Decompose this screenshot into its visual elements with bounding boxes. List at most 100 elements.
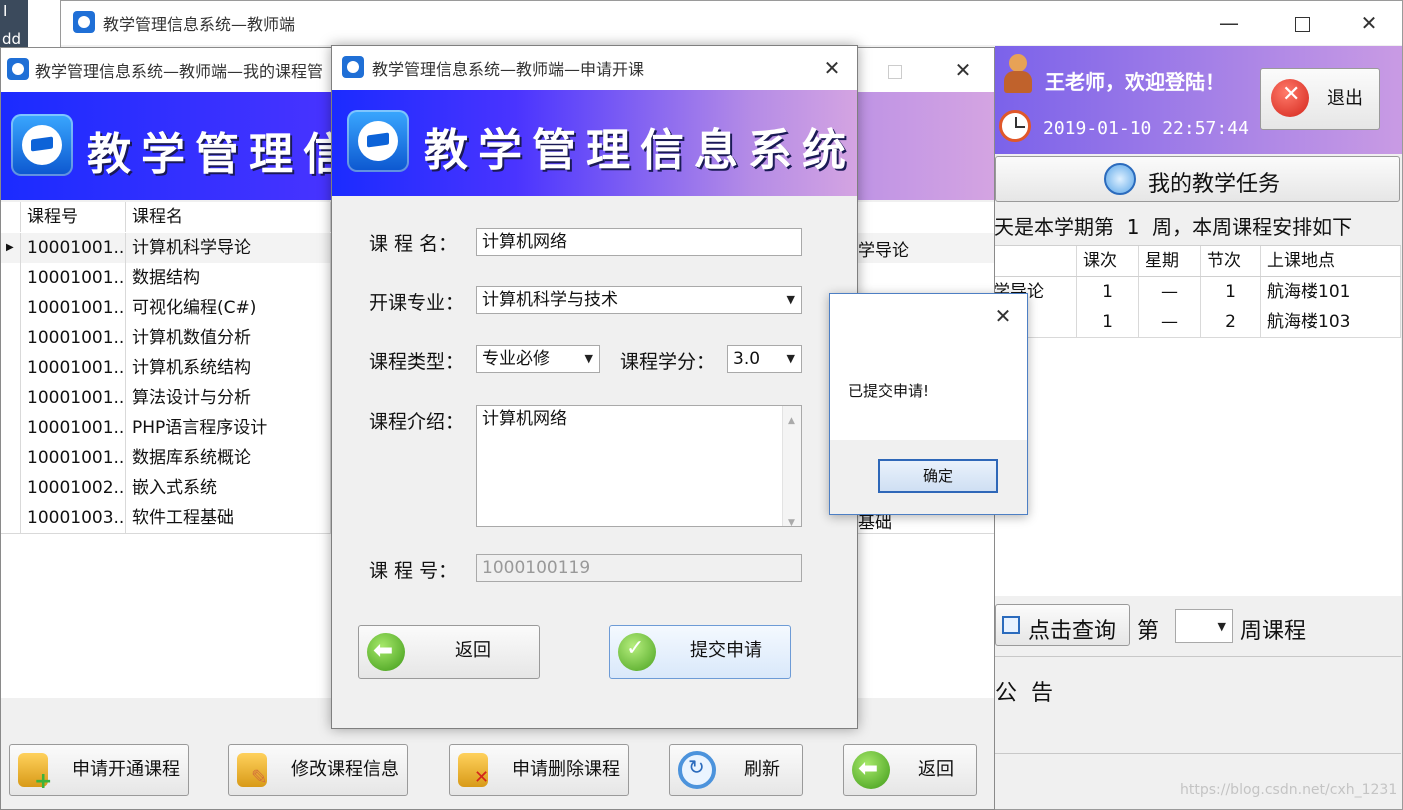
submit-apply-button[interactable]: ✓ 提交申请 <box>609 625 791 679</box>
schedule-row[interactable]: 1 — 2 航海楼103 <box>993 307 1401 338</box>
course-id-cell: 10001002... <box>21 473 126 503</box>
course-name-cell: 数据结构 <box>126 263 331 293</box>
row-header-cell[interactable] <box>1 263 21 293</box>
course-back-label: 返回 <box>918 759 954 780</box>
apply-dialog-title: 教学管理信息系统—教师端—申请开课 <box>372 60 645 79</box>
apply-banner: 教学管理信息系统 <box>332 90 857 196</box>
datetime-text: 2019-01-10 22:57:44 <box>1043 118 1249 139</box>
message-close-icon[interactable]: ✕ <box>983 300 1023 332</box>
scroll-up-icon[interactable]: ▲ <box>788 408 795 434</box>
refresh-button[interactable]: ↻ 刷新 <box>669 744 803 796</box>
database-edit-icon: ✎ <box>237 753 268 789</box>
minimize-icon[interactable]: — <box>1209 7 1249 39</box>
maximize-icon[interactable] <box>1282 7 1322 39</box>
course-id-cell: 10001001... <box>21 353 126 383</box>
week-prefix: 第 <box>1137 619 1160 644</box>
clock-icon <box>999 110 1031 142</box>
row-header-cell[interactable] <box>1 323 21 353</box>
row-header-cell[interactable] <box>1 293 21 323</box>
chevron-down-icon: ▼ <box>584 352 593 365</box>
my-tasks-button[interactable]: 我的教学任务 <box>995 156 1400 202</box>
main-window-title: 教学管理信息系统—教师端 <box>103 15 296 34</box>
apply-close-icon[interactable]: ✕ <box>812 52 852 84</box>
watermark: https://blog.csdn.net/cxh_1231 <box>1180 782 1398 798</box>
course-name-cell: 可视化编程(C#) <box>126 293 331 323</box>
apply-course-button[interactable]: + 申请开通课程 <box>9 744 189 796</box>
message-box: ✕ 已提交申请! 确定 <box>829 293 1028 515</box>
schedule-num: 1 <box>1077 307 1139 337</box>
week-info: 天是本学期第 1 周，本周课程安排如下 <box>994 215 1353 239</box>
course-id-cell: 10001001... <box>21 323 126 353</box>
schedule-num: 1 <box>1077 277 1139 307</box>
message-ok-button[interactable]: 确定 <box>878 459 998 493</box>
apply-logo-icon <box>347 110 409 172</box>
row-header-cell[interactable] <box>1 503 21 533</box>
course-app-icon <box>7 58 29 80</box>
message-footer: 确定 <box>830 440 1027 514</box>
schedule-header-blank <box>993 246 1077 276</box>
credit-select[interactable]: 3.0 ▼ <box>727 345 802 373</box>
row-header-cell[interactable] <box>1 383 21 413</box>
intro-textarea[interactable]: 计算机网络 ▲ ▼ <box>476 405 802 528</box>
app-icon <box>73 11 95 33</box>
col-header-course-name[interactable]: 课程名 <box>126 202 331 232</box>
course-name-input[interactable]: 计算机网络 <box>476 228 802 256</box>
query-label: 点击查询 <box>1028 619 1117 644</box>
message-ok-label: 确定 <box>922 467 953 485</box>
back-arrow-icon: ⬅ <box>852 751 890 789</box>
chevron-down-icon: ▼ <box>786 352 795 365</box>
message-text: 已提交申请! <box>848 382 930 400</box>
apply-banner-title: 教学管理信息系统 <box>424 125 856 176</box>
back-arrow-icon: ⬅ <box>367 633 405 671</box>
row-header-blank <box>1 202 21 232</box>
user-avatar-icon <box>1001 54 1035 94</box>
intro-scrollbar[interactable]: ▲ ▼ <box>782 406 801 528</box>
col-header-course-id[interactable]: 课程号 <box>21 202 126 232</box>
course-maximize-icon[interactable] <box>875 54 915 86</box>
course-name-cell: 计算机科学导论 <box>126 233 331 263</box>
delete-course-button[interactable]: ✕ 申请删除课程 <box>449 744 629 796</box>
welcome-panel: 王老师，欢迎登陆！ 2019-01-10 22:57:44 ✕ 退出 <box>995 46 1402 154</box>
logout-icon: ✕ <box>1271 79 1309 117</box>
apply-course-label: 申请开通课程 <box>72 759 180 780</box>
major-value: 计算机科学与技术 <box>482 290 618 310</box>
scroll-down-icon[interactable]: ▼ <box>788 510 795 536</box>
row-selected-indicator-icon[interactable]: ▶ <box>1 233 21 263</box>
query-button[interactable]: 点击查询 <box>995 604 1130 646</box>
apply-titlebar: 教学管理信息系统—教师端—申请开课 ✕ <box>332 46 857 90</box>
chevron-down-icon: ▼ <box>786 293 795 306</box>
chevron-down-icon: ▼ <box>1217 620 1226 633</box>
modify-course-button[interactable]: ✎ 修改课程信息 <box>228 744 408 796</box>
course-name-cell: 算法设计与分析 <box>126 383 331 413</box>
course-close-icon[interactable]: ✕ <box>943 54 983 86</box>
apply-app-icon <box>342 56 364 78</box>
course-id-cell: 10001001... <box>21 443 126 473</box>
check-icon: ✓ <box>618 633 656 671</box>
course-id-cell: 10001001... <box>21 383 126 413</box>
week-select[interactable]: ▼ <box>1175 609 1233 643</box>
logout-label: 退出 <box>1327 88 1363 109</box>
schedule-row[interactable]: 学导论 1 — 1 航海楼101 <box>993 277 1401 308</box>
course-back-button[interactable]: ⬅ 返回 <box>843 744 977 796</box>
type-select[interactable]: 专业必修 ▼ <box>476 345 600 373</box>
left-strip: I dd <box>0 0 28 52</box>
row-header-cell[interactable] <box>1 353 21 383</box>
row-header-cell[interactable] <box>1 443 21 473</box>
course-name-cell: PHP语言程序设计 <box>126 413 331 443</box>
logout-button[interactable]: ✕ 退出 <box>1260 68 1380 130</box>
row-header-cell[interactable] <box>1 473 21 503</box>
dialog-back-button[interactable]: ⬅ 返回 <box>358 625 540 679</box>
week-suffix: 周课程 <box>1240 619 1307 644</box>
database-delete-icon: ✕ <box>458 753 489 788</box>
submit-apply-label: 提交申请 <box>690 640 762 661</box>
notice-panel: 公 告 <box>993 656 1401 754</box>
credit-label: 课程学分： <box>620 351 716 373</box>
close-icon[interactable]: ✕ <box>1349 7 1389 39</box>
notice-title: 公 告 <box>995 681 1053 706</box>
major-select[interactable]: 计算机科学与技术 ▼ <box>476 286 802 314</box>
course-name-cell: 嵌入式系统 <box>126 473 331 503</box>
apply-dialog: 教学管理信息系统—教师端—申请开课 ✕ 教学管理信息系统 课 程 名： 计算机网… <box>331 45 858 729</box>
row-header-cell[interactable] <box>1 413 21 443</box>
query-icon <box>1002 616 1020 634</box>
schedule-place: 航海楼103 <box>1261 307 1401 337</box>
